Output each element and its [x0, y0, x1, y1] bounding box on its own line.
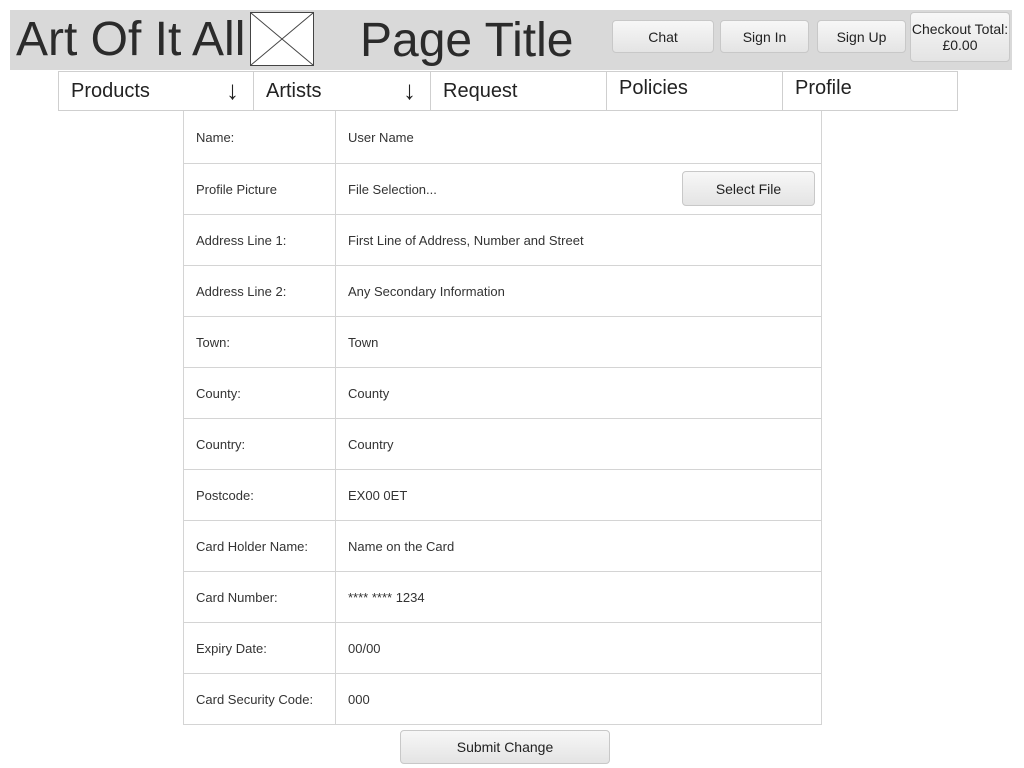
nav-item-label: Policies	[619, 77, 688, 99]
form-row-country: Country: Country	[184, 418, 821, 469]
postcode-field[interactable]: EX00 0ET	[336, 470, 821, 520]
down-arrow-icon: ↓	[226, 75, 239, 105]
chat-button[interactable]: Chat	[612, 20, 714, 53]
checkout-total-button[interactable]: Checkout Total: £0.00	[910, 12, 1010, 62]
form-row-address-line-2: Address Line 2: Any Secondary Informatio…	[184, 265, 821, 316]
nav-item-request[interactable]: Request	[431, 72, 607, 110]
logo-placeholder-image[interactable]	[250, 12, 314, 66]
checkout-total-amount: £0.00	[942, 37, 978, 53]
form-row-card-security-code: Card Security Code: 000	[184, 673, 821, 724]
expiry-date-field[interactable]: 00/00	[336, 623, 821, 673]
page-title: Page Title	[360, 14, 574, 67]
nav-item-policies[interactable]: Policies	[607, 72, 783, 110]
nav-item-label: Artists	[266, 80, 322, 102]
town-field[interactable]: Town	[336, 317, 821, 367]
field-label: Card Security Code:	[184, 674, 336, 724]
sign-up-button[interactable]: Sign Up	[817, 20, 906, 53]
nav-item-profile[interactable]: Profile	[783, 72, 957, 110]
field-label: Address Line 1:	[184, 215, 336, 265]
field-label: Profile Picture	[184, 164, 336, 214]
county-field[interactable]: County	[336, 368, 821, 418]
sign-in-button[interactable]: Sign In	[720, 20, 809, 53]
field-label: Country:	[184, 419, 336, 469]
country-field[interactable]: Country	[336, 419, 821, 469]
profile-picture-field: File Selection... Select File	[336, 164, 821, 214]
card-security-code-field[interactable]: 000	[336, 674, 821, 724]
field-label: Name:	[184, 111, 336, 163]
form-row-card-holder-name: Card Holder Name: Name on the Card	[184, 520, 821, 571]
nav-item-artists[interactable]: Artists ↓	[254, 72, 431, 110]
field-label: Card Holder Name:	[184, 521, 336, 571]
form-row-town: Town: Town	[184, 316, 821, 367]
file-selection-text: File Selection...	[348, 181, 437, 197]
form-row-expiry-date: Expiry Date: 00/00	[184, 622, 821, 673]
main-nav: Products ↓ Artists ↓ Request Policies Pr…	[58, 71, 958, 111]
address-line-1-field[interactable]: First Line of Address, Number and Street	[336, 215, 821, 265]
nav-item-products[interactable]: Products ↓	[59, 72, 254, 110]
nav-item-label: Request	[443, 80, 518, 102]
form-row-address-line-1: Address Line 1: First Line of Address, N…	[184, 214, 821, 265]
field-label: Town:	[184, 317, 336, 367]
checkout-total-label: Checkout Total:	[911, 21, 1009, 37]
form-row-county: County: County	[184, 367, 821, 418]
profile-form: Name: User Name Profile Picture File Sel…	[183, 111, 822, 725]
form-row-postcode: Postcode: EX00 0ET	[184, 469, 821, 520]
submit-change-button[interactable]: Submit Change	[400, 730, 610, 764]
name-field[interactable]: User Name	[336, 111, 821, 163]
field-label: Address Line 2:	[184, 266, 336, 316]
header-bar: Art Of It All Page Title Chat Sign In Si…	[10, 10, 1012, 70]
card-number-field[interactable]: **** **** 1234	[336, 572, 821, 622]
address-line-2-field[interactable]: Any Secondary Information	[336, 266, 821, 316]
field-label: Expiry Date:	[184, 623, 336, 673]
form-row-card-number: Card Number: **** **** 1234	[184, 571, 821, 622]
field-label: Postcode:	[184, 470, 336, 520]
form-row-name: Name: User Name	[184, 111, 821, 163]
nav-item-label: Products	[71, 80, 150, 102]
field-label: Card Number:	[184, 572, 336, 622]
select-file-button[interactable]: Select File	[682, 171, 815, 206]
nav-item-label: Profile	[795, 77, 852, 99]
form-row-profile-picture: Profile Picture File Selection... Select…	[184, 163, 821, 214]
site-title[interactable]: Art Of It All	[16, 12, 245, 68]
down-arrow-icon: ↓	[403, 75, 416, 105]
card-holder-name-field[interactable]: Name on the Card	[336, 521, 821, 571]
field-label: County:	[184, 368, 336, 418]
